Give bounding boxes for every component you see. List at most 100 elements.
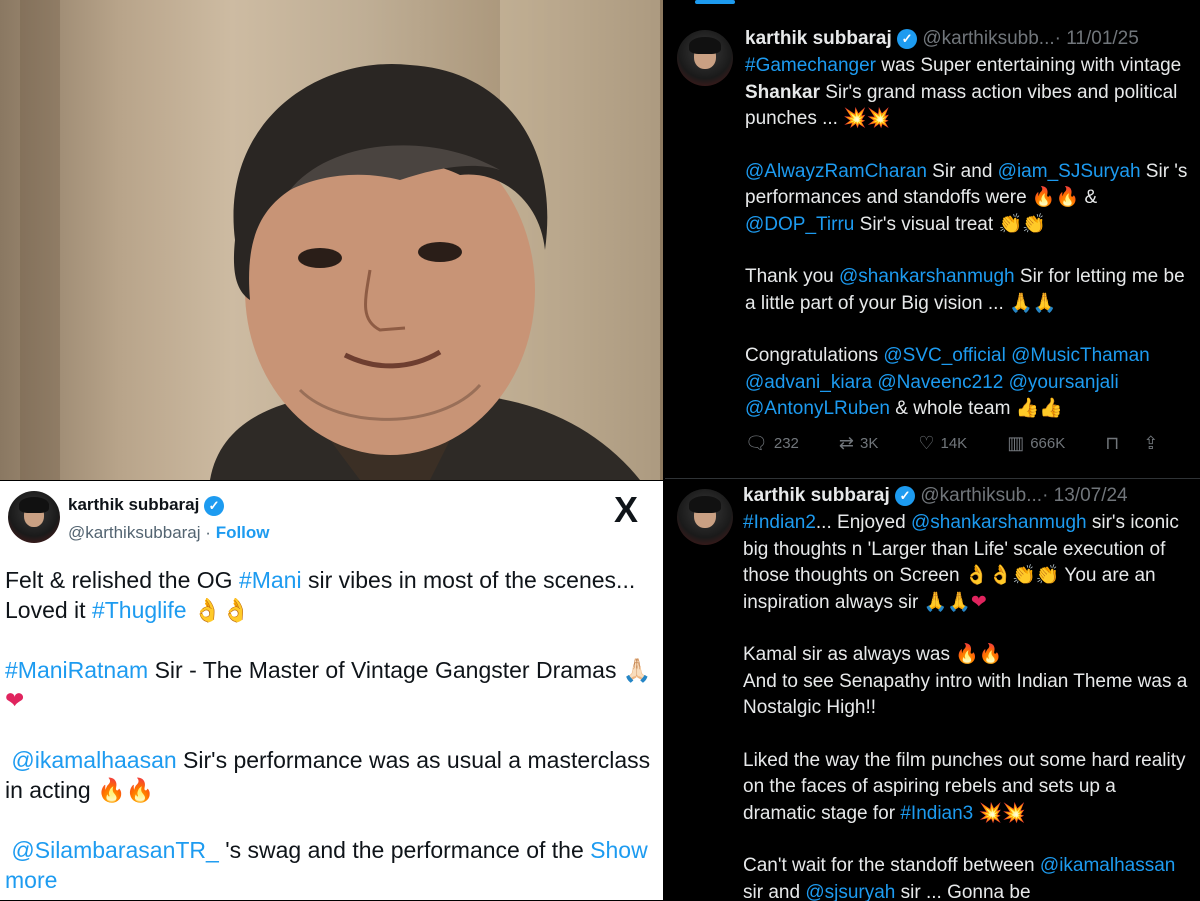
tweet-header: karthik subbaraj ✓ @karthiksub...· 13/07… <box>743 485 1128 507</box>
tweet-header: karthik subbaraj ✓ @karthiksubb...· 11/0… <box>745 28 1139 50</box>
author-handle-row: @karthiksubbaraj · Follow <box>68 523 270 543</box>
repost-icon: ⇄ <box>839 433 854 454</box>
text: 's swag and the performance of the <box>219 837 590 863</box>
mention-musicthaman[interactable]: @MusicThaman <box>1011 345 1150 366</box>
mention-shankarshanmugh[interactable]: @shankarshanmugh <box>911 512 1087 533</box>
portrait-illustration <box>0 0 663 480</box>
fire-emoji-icon: 🔥🔥 <box>97 777 154 803</box>
paragraph-3: Liked the way the film punches out some … <box>743 748 1193 828</box>
author-name-row[interactable]: karthik subbaraj ✓ <box>68 495 224 516</box>
text: sir and <box>743 882 805 901</box>
avatar[interactable] <box>677 489 733 545</box>
like-icon: ♡ <box>918 433 934 454</box>
text: Felt & relished the OG <box>5 567 239 593</box>
ok-clap-emoji-icon: 👌👌👏👏 <box>965 565 1060 586</box>
follow-button[interactable]: Follow <box>216 523 270 542</box>
pray-emoji-icon: 🙏🏻 <box>623 657 652 683</box>
text: Sir's visual treat <box>854 214 998 235</box>
mention-alwayzramcharan[interactable]: @AlwayzRamCharan <box>745 161 927 182</box>
tweet-text: #Gamechanger was Super entertaining with… <box>745 53 1195 449</box>
tweet-text: Felt & relished the OG #Mani sir vibes i… <box>5 565 655 900</box>
fire-emoji-icon: 🔥🔥 <box>955 644 1002 665</box>
mention-iam-sjsuryah[interactable]: @iam_SJSuryah <box>998 161 1141 182</box>
bookmark-icon: ⊓ <box>1105 433 1119 454</box>
text: was Super entertaining with vintage <box>876 55 1181 76</box>
portrait-photo <box>0 0 663 480</box>
hashtag-mani[interactable]: #Mani <box>239 567 302 593</box>
avatar[interactable] <box>8 491 60 543</box>
paragraph-1: #Indian2... Enjoyed @shankarshanmugh sir… <box>743 510 1193 616</box>
reply-button[interactable]: 🗨 232 <box>745 433 799 454</box>
light-tweet-card[interactable]: karthik subbaraj ✓ @karthiksubbaraj · Fo… <box>0 481 663 900</box>
fire-emoji-icon: 🔥🔥 <box>1032 187 1079 208</box>
paragraph-4: Congratulations @SVC_official @MusicTham… <box>745 343 1195 423</box>
share-button[interactable]: ⇪ <box>1143 433 1158 454</box>
like-count: 14K <box>940 435 967 452</box>
text: Sir - The Master of Vintage Gangster Dra… <box>148 657 623 683</box>
author-name[interactable]: karthik subbaraj <box>68 495 199 514</box>
text: Can't wait for the standoff between <box>743 855 1040 876</box>
tweet-date[interactable]: · 13/07/24 <box>1042 485 1128 506</box>
mention-svc-official[interactable]: @SVC_official <box>883 345 1005 366</box>
action-bar: 🗨 232 ⇄ 3K ♡ 14K ▥ 666K ⊓ ⇪ <box>745 433 1195 454</box>
avatar[interactable] <box>677 30 733 86</box>
author-handle[interactable]: @karthiksubb... <box>922 28 1054 49</box>
like-button[interactable]: ♡ 14K <box>918 433 967 454</box>
text: Kamal sir as always was <box>743 644 955 665</box>
share-icon: ⇪ <box>1143 433 1158 454</box>
text: Thank you <box>745 266 839 287</box>
views-button[interactable]: ▥ 666K <box>1007 433 1065 454</box>
text: & <box>1079 187 1097 208</box>
x-logo-icon[interactable]: X <box>614 489 638 531</box>
heart-emoji-icon: ❤ <box>5 687 24 713</box>
mention-sjsuryah[interactable]: @sjsuryah <box>805 882 895 901</box>
repost-count: 3K <box>860 435 878 452</box>
hashtag-indian2[interactable]: #Indian2 <box>743 512 816 533</box>
dark-tweet-card-2[interactable]: karthik subbaraj ✓ @karthiksub...· 13/07… <box>665 478 1200 901</box>
active-tab-indicator <box>695 0 735 4</box>
verified-badge-icon: ✓ <box>897 29 917 49</box>
mention-naveenc212[interactable]: @Naveenc212 <box>877 372 1003 393</box>
repost-button[interactable]: ⇄ 3K <box>839 433 878 454</box>
text: ... Enjoyed <box>816 512 911 533</box>
separator: · <box>205 523 211 542</box>
text: sir ... Gonna be <box>895 882 1030 901</box>
text: & whole team <box>890 398 1016 419</box>
verified-badge-icon: ✓ <box>204 496 224 516</box>
author-handle[interactable]: @karthiksub... <box>920 485 1042 506</box>
verified-badge-icon: ✓ <box>895 486 915 506</box>
reply-count: 232 <box>774 435 799 452</box>
mention-dop-tirru[interactable]: @DOP_Tirru <box>745 214 854 235</box>
clap-emoji-icon: 👏👏 <box>998 214 1045 235</box>
author-name[interactable]: karthik subbaraj <box>743 485 890 506</box>
paragraph-2: #ManiRatnam Sir - The Master of Vintage … <box>5 655 655 715</box>
hashtag-maniratnam[interactable]: #ManiRatnam <box>5 657 148 683</box>
collision-emoji-icon: 💥💥 <box>843 108 890 129</box>
mention-advani-kiara[interactable]: @advani_kiara <box>745 372 872 393</box>
mention-shankarshanmugh[interactable]: @shankarshanmugh <box>839 266 1015 287</box>
mention-silambarasantr[interactable]: @SilambarasanTR_ <box>11 837 218 863</box>
author-name[interactable]: karthik subbaraj <box>745 28 892 49</box>
paragraph-3: @ikamalhaasan Sir's performance was as u… <box>5 745 655 805</box>
hashtag-indian3[interactable]: #Indian3 <box>900 803 973 824</box>
mention-ikamalhassan[interactable]: @ikamalhassan <box>1040 855 1175 876</box>
view-count: 666K <box>1030 435 1065 452</box>
paragraph-2: @AlwayzRamCharan Sir and @iam_SJSuryah S… <box>745 159 1195 239</box>
mention-antonylruben[interactable]: @AntonyLRuben <box>745 398 890 419</box>
pray-emoji-icon: 🙏🙏 <box>924 592 971 613</box>
tweet-date[interactable]: · 11/01/25 <box>1055 28 1139 49</box>
paragraph-1: #Gamechanger was Super entertaining with… <box>745 53 1195 133</box>
hashtag-thuglife[interactable]: #Thuglife <box>92 597 187 623</box>
mention-yoursanjali[interactable]: @yoursanjali <box>1009 372 1119 393</box>
ok-hand-emoji-icon: 👌👌 <box>193 597 250 623</box>
paragraph-1: Felt & relished the OG #Mani sir vibes i… <box>5 565 655 625</box>
reply-icon: 🗨 <box>745 433 768 454</box>
hashtag-gamechanger[interactable]: #Gamechanger <box>745 55 876 76</box>
tweet-text: #Indian2... Enjoyed @shankarshanmugh sir… <box>743 510 1193 901</box>
heart-emoji-icon: ❤ <box>971 592 987 613</box>
mention-ikamalhaasan[interactable]: @ikamalhaasan <box>11 747 176 773</box>
views-icon: ▥ <box>1007 433 1024 454</box>
bookmark-button[interactable]: ⊓ <box>1105 433 1119 454</box>
dark-tweet-card-1[interactable]: karthik subbaraj ✓ @karthiksubb...· 11/0… <box>665 0 1200 478</box>
author-handle[interactable]: @karthiksubbaraj <box>68 523 201 542</box>
